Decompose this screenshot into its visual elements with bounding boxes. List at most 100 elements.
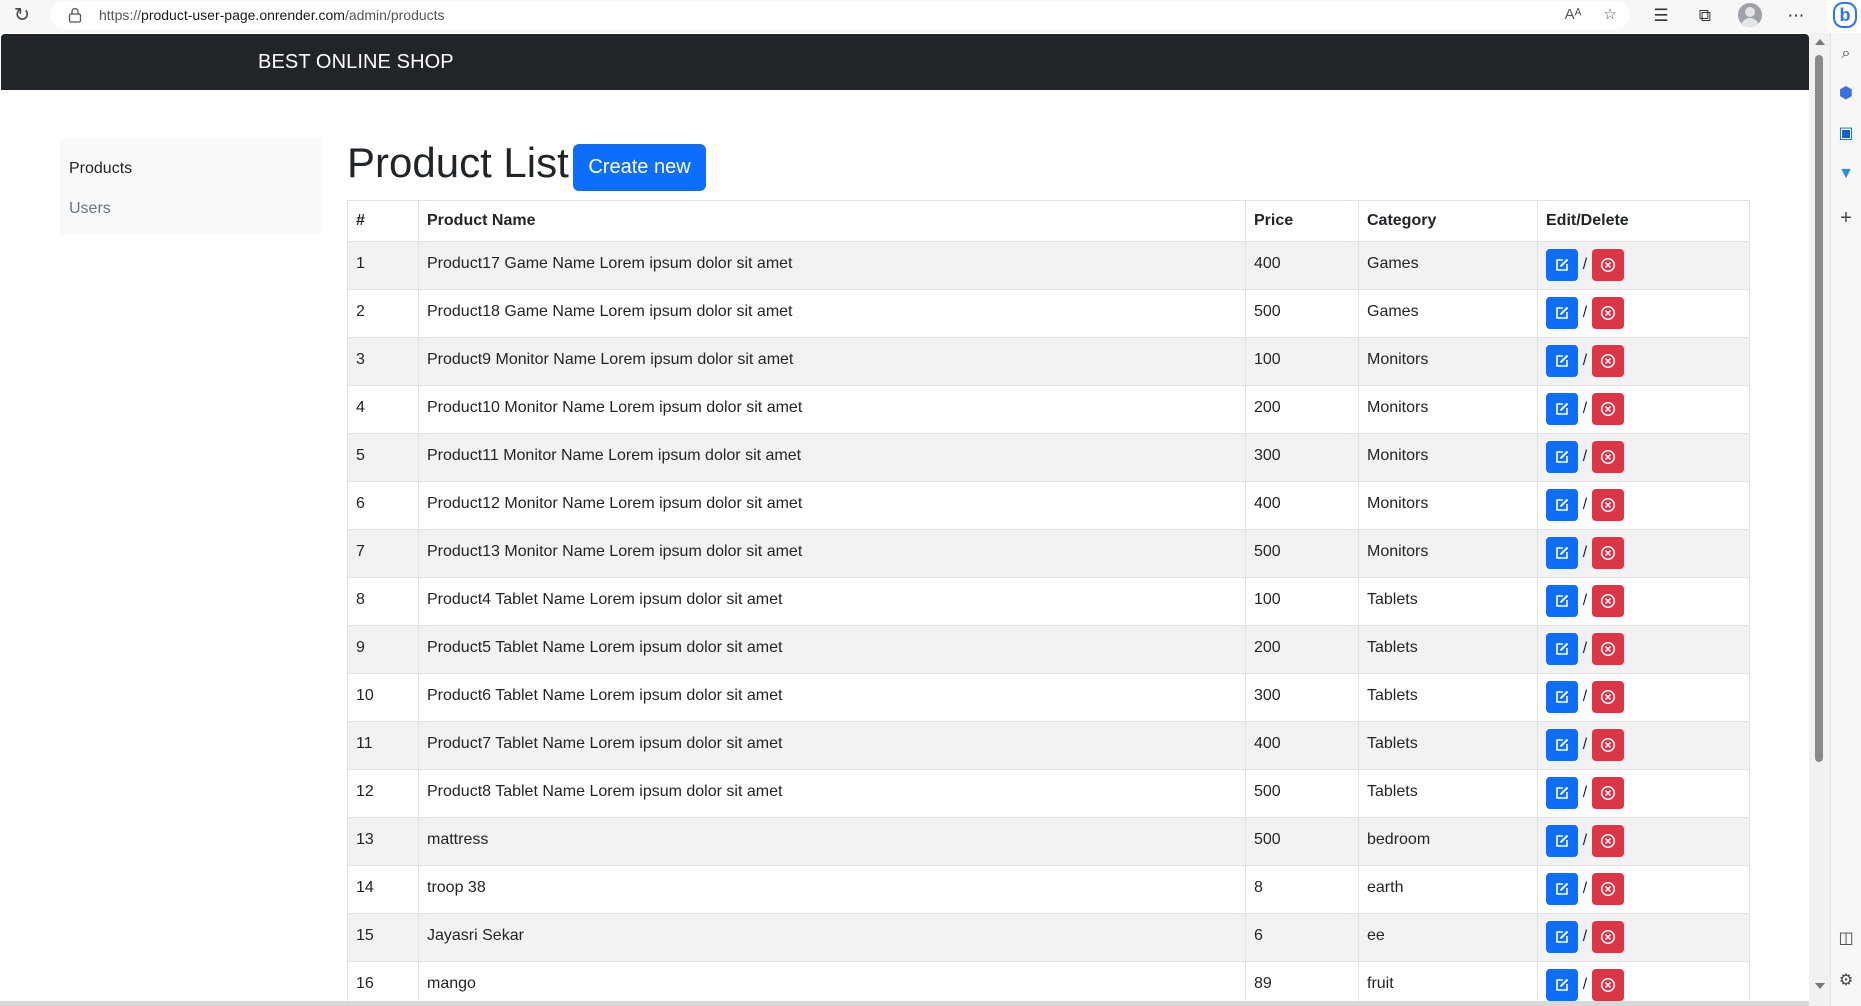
- edit-button[interactable]: [1546, 825, 1578, 857]
- create-new-button[interactable]: Create new: [573, 144, 706, 191]
- cell-price: 100: [1245, 337, 1359, 386]
- edit-button[interactable]: [1546, 585, 1578, 617]
- edit-icon: [1556, 738, 1569, 751]
- delete-button[interactable]: [1592, 729, 1624, 761]
- scroll-thumb[interactable]: [1815, 55, 1823, 762]
- read-aloud-icon[interactable]: Aᴬ: [1562, 4, 1584, 26]
- table-row: 6 Product12 Monitor Name Lorem ipsum dol…: [347, 481, 1750, 530]
- edit-icon: [1556, 690, 1569, 703]
- delete-icon: [1600, 353, 1616, 369]
- cell-number: 5: [347, 433, 419, 482]
- url-text[interactable]: https://product-user-page.onrender.com/a…: [99, 7, 445, 23]
- reload-icon[interactable]: ↻: [10, 4, 34, 28]
- delete-button[interactable]: [1592, 969, 1624, 1001]
- edit-button[interactable]: [1546, 969, 1578, 1001]
- delete-button[interactable]: [1592, 921, 1624, 953]
- table-row: 5 Product11 Monitor Name Lorem ipsum dol…: [347, 433, 1750, 482]
- page-scrollbar[interactable]: [1809, 33, 1830, 1006]
- delete-button[interactable]: [1592, 873, 1624, 905]
- cell-category: Monitors: [1358, 337, 1538, 386]
- action-separator: /: [1582, 784, 1588, 801]
- edit-icon: [1556, 354, 1569, 367]
- delete-button[interactable]: [1592, 393, 1624, 425]
- delete-button[interactable]: [1592, 585, 1624, 617]
- cell-price: 400: [1245, 241, 1359, 290]
- favorites-icon[interactable]: ☰: [1648, 3, 1674, 29]
- sidebar-item-products[interactable]: Products: [69, 160, 132, 178]
- tools-icon[interactable]: ▼: [1834, 162, 1858, 186]
- cell-number: 7: [347, 529, 419, 578]
- edit-icon: [1556, 498, 1569, 511]
- edit-button[interactable]: [1546, 537, 1578, 569]
- action-separator: /: [1582, 304, 1588, 321]
- cell-actions: /: [1537, 817, 1750, 866]
- delete-button[interactable]: [1592, 489, 1624, 521]
- collections-icon[interactable]: ⧉: [1692, 3, 1718, 29]
- delete-button[interactable]: [1592, 345, 1624, 377]
- edit-button[interactable]: [1546, 441, 1578, 473]
- table-row: 4 Product10 Monitor Name Lorem ipsum dol…: [347, 385, 1750, 434]
- scroll-down-icon[interactable]: [1815, 983, 1825, 989]
- delete-button[interactable]: [1592, 681, 1624, 713]
- sidebar-toggle-icon[interactable]: ◫: [1834, 927, 1858, 951]
- favorite-icon[interactable]: ☆: [1599, 4, 1621, 26]
- delete-button[interactable]: [1592, 297, 1624, 329]
- cell-product-name: mango: [418, 961, 1246, 1006]
- navbar-brand[interactable]: BEST ONLINE SHOP: [258, 51, 454, 74]
- header-number: #: [347, 200, 419, 242]
- edit-button[interactable]: [1546, 633, 1578, 665]
- table-row: 11 Product7 Tablet Name Lorem ipsum dolo…: [347, 721, 1750, 770]
- delete-button[interactable]: [1592, 825, 1624, 857]
- edit-button[interactable]: [1546, 681, 1578, 713]
- cell-price: 200: [1245, 385, 1359, 434]
- delete-icon: [1600, 401, 1616, 417]
- cell-actions: /: [1537, 673, 1750, 722]
- address-bar[interactable]: https://product-user-page.onrender.com/a…: [50, 1, 1630, 29]
- edit-button[interactable]: [1546, 297, 1578, 329]
- cell-actions: /: [1537, 865, 1750, 914]
- outlook-icon[interactable]: ▣: [1834, 122, 1858, 146]
- more-icon[interactable]: ⋯: [1783, 3, 1809, 29]
- cell-product-name: Product7 Tablet Name Lorem ipsum dolor s…: [418, 721, 1246, 770]
- cell-price: 500: [1245, 529, 1359, 578]
- edit-button[interactable]: [1546, 777, 1578, 809]
- edit-button[interactable]: [1546, 921, 1578, 953]
- bing-button[interactable]: b: [1827, 0, 1861, 33]
- scroll-up-icon[interactable]: [1815, 39, 1825, 45]
- edit-button[interactable]: [1546, 249, 1578, 281]
- edit-icon: [1556, 930, 1569, 943]
- delete-button[interactable]: [1592, 441, 1624, 473]
- delete-icon: [1600, 641, 1616, 657]
- add-icon[interactable]: +: [1834, 206, 1858, 230]
- action-separator: /: [1582, 736, 1588, 753]
- delete-button[interactable]: [1592, 537, 1624, 569]
- settings-icon[interactable]: ⚙: [1834, 969, 1858, 993]
- cell-price: 200: [1245, 625, 1359, 674]
- cell-category: Tablets: [1358, 673, 1538, 722]
- search-icon[interactable]: ⌕: [1834, 42, 1858, 66]
- edit-button[interactable]: [1546, 345, 1578, 377]
- cell-category: Tablets: [1358, 721, 1538, 770]
- delete-button[interactable]: [1592, 777, 1624, 809]
- lock-icon[interactable]: [68, 7, 82, 23]
- cell-category: Monitors: [1358, 433, 1538, 482]
- cell-actions: /: [1537, 721, 1750, 770]
- cell-number: 8: [347, 577, 419, 626]
- table-row: 9 Product5 Tablet Name Lorem ipsum dolor…: [347, 625, 1750, 674]
- cell-number: 11: [347, 721, 419, 770]
- delete-button[interactable]: [1592, 249, 1624, 281]
- profile-icon[interactable]: [1738, 3, 1762, 27]
- cell-number: 15: [347, 913, 419, 962]
- cell-price: 500: [1245, 289, 1359, 338]
- copilot-icon[interactable]: ⬢: [1834, 82, 1858, 106]
- cell-product-name: Product4 Tablet Name Lorem ipsum dolor s…: [418, 577, 1246, 626]
- sidebar-item-users[interactable]: Users: [69, 200, 111, 218]
- edit-button[interactable]: [1546, 393, 1578, 425]
- cell-actions: /: [1537, 961, 1750, 1006]
- cell-product-name: troop 38: [418, 865, 1246, 914]
- cell-category: Games: [1358, 241, 1538, 290]
- edit-button[interactable]: [1546, 873, 1578, 905]
- delete-button[interactable]: [1592, 633, 1624, 665]
- edit-button[interactable]: [1546, 489, 1578, 521]
- edit-button[interactable]: [1546, 729, 1578, 761]
